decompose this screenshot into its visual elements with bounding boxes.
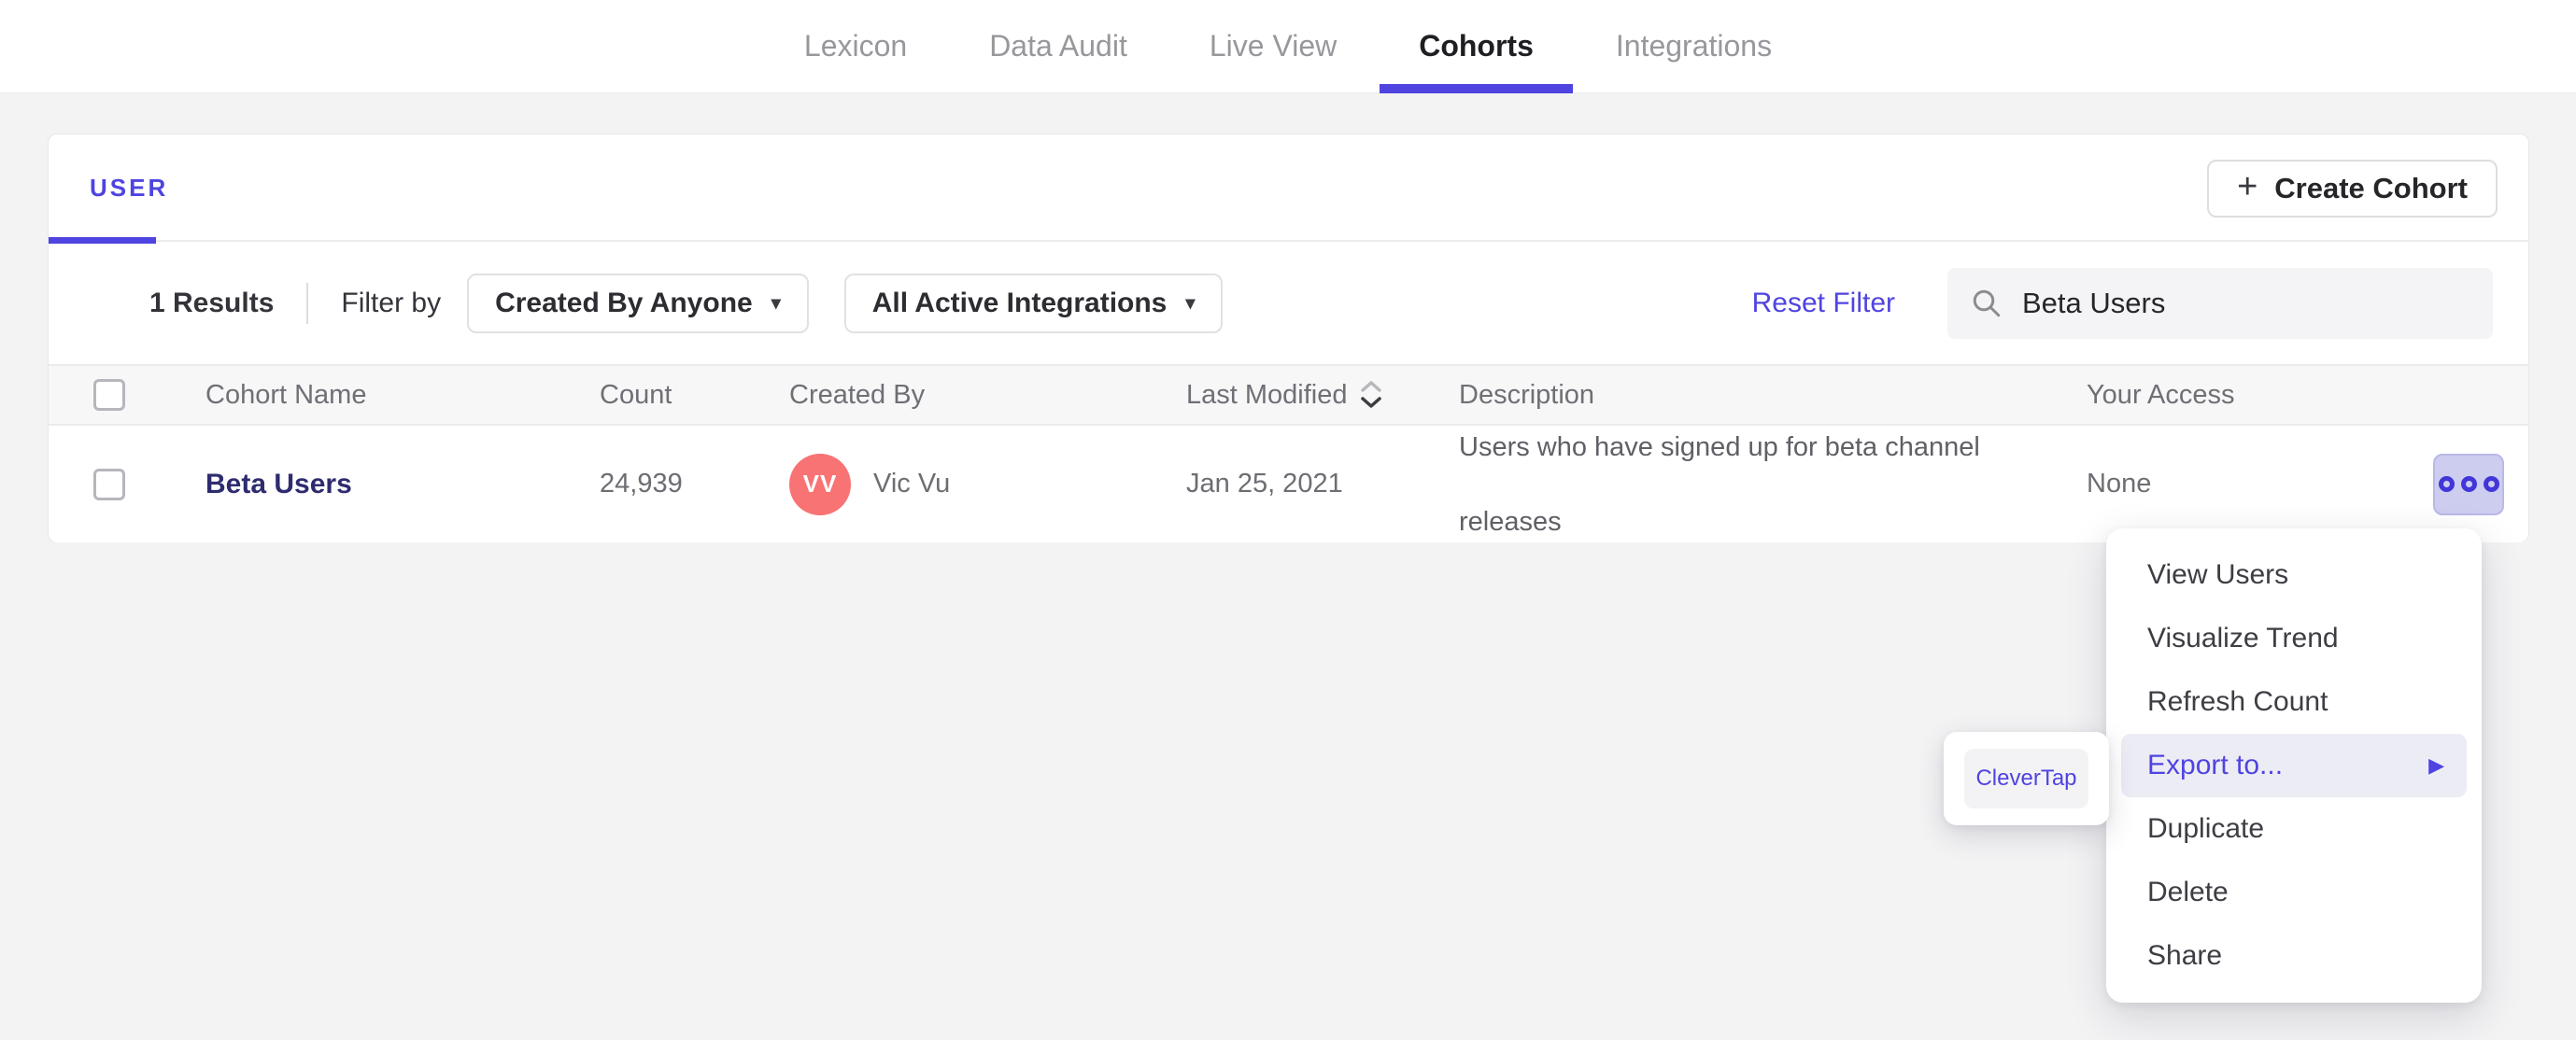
results-count: 1 Results [149,287,275,318]
created-by-name: Vic Vu [873,469,951,499]
table-row: Beta Users 24,939 VV Vic Vu Jan 25, 2021… [49,426,2528,542]
header-last-modified[interactable]: Last Modified [1149,378,1422,412]
caret-down-icon: ▾ [771,293,781,314]
header-created-by: Created By [789,379,926,410]
search-value: Beta Users [2022,286,2166,319]
avatar: VV [789,453,851,515]
sort-icon[interactable] [1359,378,1383,412]
integrations-dropdown-label: All Active Integrations [871,287,1168,318]
table-header-row: Cohort Name Count Created By Last Modifi… [49,364,2528,426]
panel-tab-bar: USER + Create Cohort [49,134,2528,244]
submenu-item-clevertap[interactable]: CleverTap [1964,749,2088,808]
menu-item-delete[interactable]: Delete [2106,861,2482,924]
header-count: Count [600,379,672,410]
menu-item-refresh-count[interactable]: Refresh Count [2106,670,2482,734]
more-options-button[interactable] [2433,453,2504,515]
menu-item-share[interactable]: Share [2106,924,2482,988]
last-modified-cell: Jan 25, 2021 [1186,469,1343,499]
access-cell: None [2087,469,2152,499]
select-all-checkbox[interactable] [93,379,125,411]
created-by-cell: VV Vic Vu [752,453,1149,515]
reset-filter-link[interactable]: Reset Filter [1752,288,1895,319]
created-by-dropdown-label: Created By Anyone [495,287,753,318]
caret-down-icon: ▾ [1185,293,1196,314]
filter-bar: 1 Results Filter by Created By Anyone ▾ … [49,242,2528,364]
nav-tab-data-audit[interactable]: Data Audit [984,0,1133,93]
submenu-arrow-icon: ▶ [2428,753,2444,777]
create-cohort-label: Create Cohort [2274,172,2468,204]
cohort-name-link[interactable]: Beta Users [205,469,352,500]
create-cohort-button[interactable]: + Create Cohort [2207,160,2498,218]
cohort-count: 24,939 [600,469,683,499]
menu-item-view-users[interactable]: View Users [2106,543,2482,607]
tab-user[interactable]: USER [49,134,209,244]
nav-tab-lexicon[interactable]: Lexicon [799,0,913,93]
description-cell: Users who have signed up for beta channe… [1459,431,1980,537]
row-checkbox[interactable] [93,468,125,500]
created-by-dropdown[interactable]: Created By Anyone ▾ [467,273,809,333]
nav-tab-live-view[interactable]: Live View [1204,0,1342,93]
nav-tab-integrations[interactable]: Integrations [1610,0,1777,93]
export-to-label: Export to... [2147,750,2284,780]
menu-item-visualize-trend[interactable]: Visualize Trend [2106,607,2482,670]
menu-item-duplicate[interactable]: Duplicate [2106,797,2482,861]
integrations-dropdown[interactable]: All Active Integrations ▾ [843,273,1224,333]
header-your-access: Your Access [2087,379,2235,410]
header-cohort-name: Cohort Name [205,379,367,410]
search-icon [1973,289,2001,316]
search-input[interactable]: Beta Users [1947,267,2493,339]
row-context-menu: View Users Visualize Trend Refresh Count… [2106,528,2482,1003]
menu-item-export-to[interactable]: Export to... ▶ [2121,734,2467,797]
cohorts-panel: USER + Create Cohort 1 Results Filter by… [48,134,2529,542]
header-description: Description [1459,379,1595,410]
ellipsis-icon [2438,476,2455,492]
divider [306,282,309,324]
plus-icon: + [2237,167,2258,206]
export-submenu: CleverTap [1944,732,2109,825]
nav-tab-cohorts[interactable]: Cohorts [1380,0,1573,93]
filter-by-label: Filter by [341,287,442,318]
top-nav: Lexicon Data Audit Live View Cohorts Int… [0,0,2576,93]
